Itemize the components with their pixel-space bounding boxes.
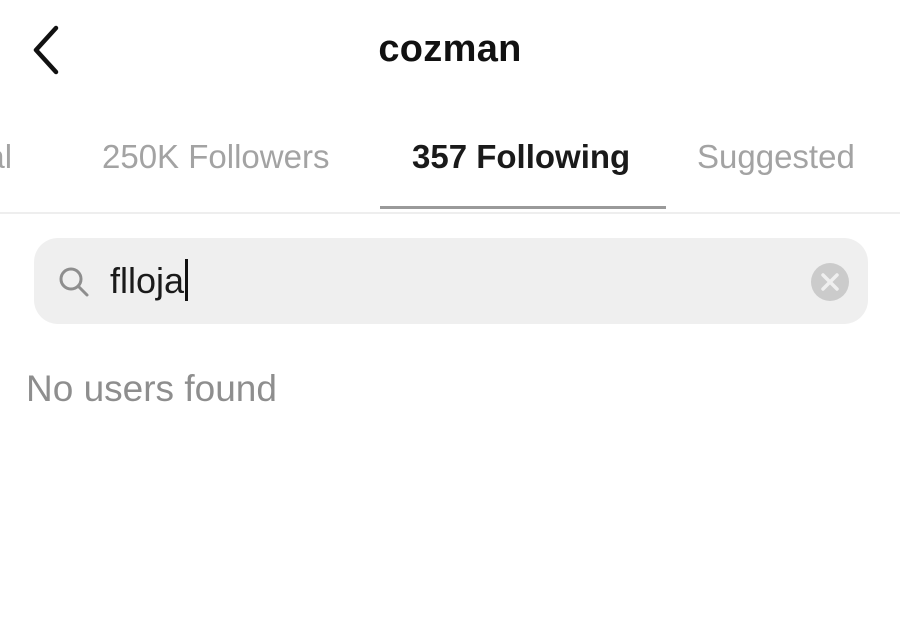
tab-bar: ual 250K Followers 357 Following Suggest… [0,128,900,214]
search-input[interactable]: flloja [110,256,189,306]
search-bar[interactable]: flloja [34,238,868,324]
tab-mutual[interactable]: ual [0,138,12,176]
clear-circle-icon[interactable] [810,262,850,302]
search-icon [59,267,89,297]
active-tab-indicator [380,206,666,209]
text-caret [185,259,189,302]
search-input-value: flloja [110,260,185,301]
page-title: cozman [378,28,522,70]
tab-suggested[interactable]: Suggested [697,138,855,176]
tab-followers[interactable]: 250K Followers [102,138,329,176]
header: cozman [0,0,900,110]
empty-results-message: No users found [26,368,277,409]
tab-following[interactable]: 357 Following [412,138,630,176]
